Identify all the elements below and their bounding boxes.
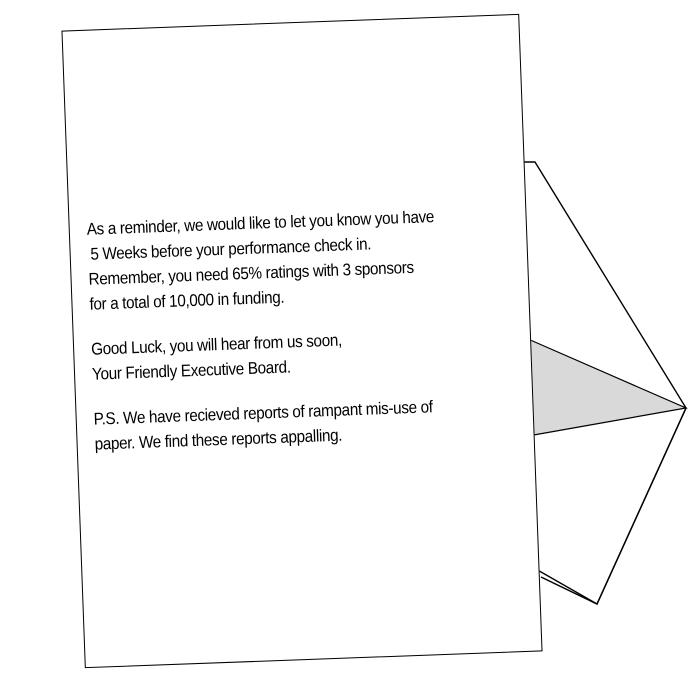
letter-body: As a reminder, we would like to let you … (86, 203, 482, 477)
letter-page: As a reminder, we would like to let you … (61, 13, 543, 669)
letter-paragraph-postscript: P.S. We have recieved reports of rampant… (93, 393, 482, 457)
letter-paragraph-reminder: As a reminder, we would like to let you … (86, 203, 476, 317)
letter-paragraph-signoff: Good Luck, you will hear from us soon, Y… (91, 323, 480, 387)
